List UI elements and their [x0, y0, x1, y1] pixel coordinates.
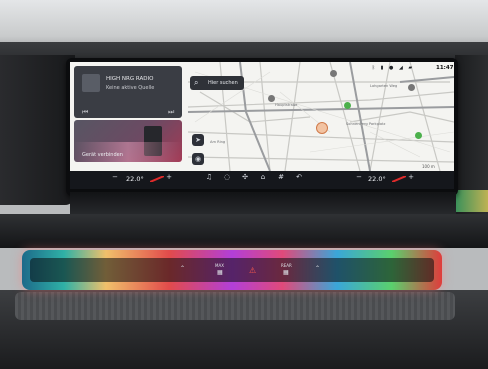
media-widget[interactable]: HIGH NRG RADIO Keine aktive Quelle ⏮ ⏭	[74, 66, 182, 118]
rear-defrost-label: REAR	[281, 263, 292, 268]
compass-icon[interactable]: ◉	[192, 153, 204, 165]
max-defrost-label: MAX	[215, 263, 224, 268]
search-icon: ⌕	[194, 78, 199, 87]
poi-pin-icon[interactable]	[415, 132, 422, 139]
apps-grid-icon[interactable]: #	[274, 173, 288, 181]
defrost-rear-icon[interactable]: ▦	[283, 269, 289, 276]
climate-settings-icon[interactable]: ◌	[220, 173, 234, 181]
infotainment-screen: Lohgarten Weg Sonnenberg Parkplatz Haupt…	[70, 62, 454, 189]
sim-icon: ▮	[380, 65, 384, 71]
skip-next-icon[interactable]: ⏭	[168, 108, 174, 117]
ambient-light-right	[455, 190, 488, 212]
album-art	[82, 74, 100, 92]
search-label: Hier suchen	[208, 80, 238, 86]
climate-control-strip	[30, 258, 434, 282]
back-icon[interactable]: ↶	[292, 173, 306, 181]
navigation-icon[interactable]: ➤	[192, 134, 204, 146]
bluetooth-icon: ᛒ	[372, 65, 376, 71]
poi-pin-icon[interactable]	[268, 95, 275, 102]
left-temp-increase-button[interactable]: +	[162, 173, 176, 181]
left-temp-decrease-button[interactable]: −	[108, 173, 122, 181]
connect-device-label[interactable]: Gerät verbinden	[82, 152, 123, 158]
data-icon: ▰	[408, 65, 413, 71]
home-icon[interactable]: ⌂	[256, 173, 270, 181]
right-temperature: 22.0°	[368, 175, 386, 183]
status-bar: ᛒ ▮ ● ◢ ▰	[372, 65, 416, 71]
fan-left-icon[interactable]: ⌃	[180, 265, 185, 272]
map-street-label: Lohgarten Weg	[370, 84, 398, 88]
fan-right-icon[interactable]: ⌃	[315, 265, 320, 272]
hazard-warning-icon[interactable]: ⚠	[249, 266, 256, 275]
dashboard-trim	[15, 292, 455, 320]
right-temp-decrease-button[interactable]: −	[352, 173, 366, 181]
map-street-label: Hauptstraße	[275, 103, 298, 107]
poi-pin-icon[interactable]	[408, 84, 415, 91]
poi-pin-icon[interactable]	[330, 70, 337, 77]
media-controls: ⏮ ⏭	[82, 108, 178, 116]
skip-previous-icon[interactable]: ⏮	[82, 108, 88, 117]
media-source-status: Keine aktive Quelle	[106, 85, 155, 91]
clock: 11:47	[436, 65, 454, 71]
poi-pin-icon[interactable]	[344, 102, 351, 109]
left-temperature: 22.0°	[126, 175, 144, 183]
fan-icon[interactable]: ✣	[238, 173, 252, 181]
air-vent-strip	[0, 214, 488, 248]
media-icon[interactable]: ♫	[202, 173, 216, 181]
connected-icon: ●	[388, 65, 394, 71]
defrost-front-icon[interactable]: ▦	[217, 269, 223, 276]
current-position-marker	[316, 122, 328, 134]
signal-icon: ◢	[398, 65, 403, 71]
map-street-label: Am Ring	[210, 140, 226, 144]
map-street-label: Sonnenberg Parkplatz	[346, 122, 386, 126]
left-dash-area	[0, 55, 75, 205]
map-scale: 100 m	[422, 164, 435, 169]
right-temp-increase-button[interactable]: +	[404, 173, 418, 181]
media-source-title: HIGH NRG RADIO	[106, 76, 154, 82]
